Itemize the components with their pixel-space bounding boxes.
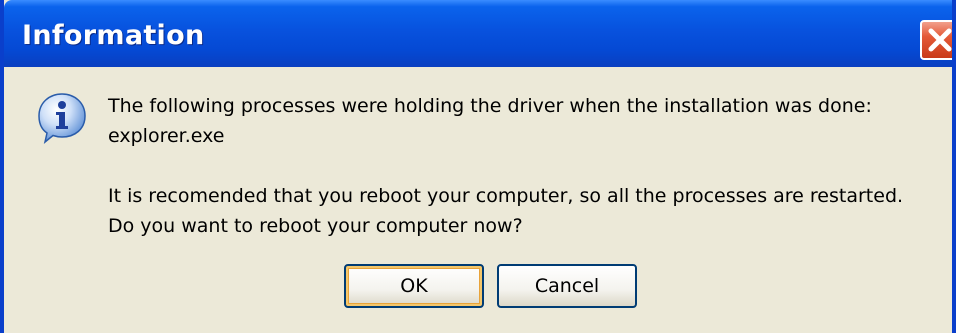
cancel-button[interactable]: Cancel [497,264,637,308]
information-dialog: Information The following processes were… [0,0,956,333]
dialog-body: The following processes were holding the… [4,67,952,333]
title-bar[interactable]: Information [4,0,952,67]
message-question: Do you want to reboot your computer now? [108,215,523,237]
message-process-name: explorer.exe [108,125,225,147]
ok-button[interactable]: OK [344,264,484,308]
info-icon [38,93,86,144]
window-title: Information [22,20,205,51]
close-button[interactable] [920,20,952,60]
message-line-1: The following processes were holding the… [108,95,872,117]
message-line-3: It is recomended that you reboot your co… [108,185,904,207]
close-icon [928,28,952,52]
